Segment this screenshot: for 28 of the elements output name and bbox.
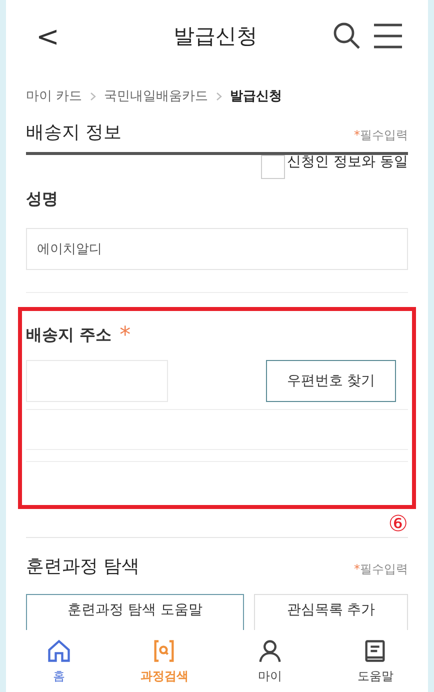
section-title: 훈련과정 탐색: [26, 555, 140, 578]
section-title: 배송지 정보: [26, 121, 122, 144]
chevron-icon: [216, 92, 222, 100]
back-button[interactable]: <: [30, 20, 66, 52]
checkbox-label: 신청인 정보와 동일: [287, 153, 408, 171]
nav-tab[interactable]: 도움말: [322, 630, 428, 692]
breadcrumb-link[interactable]: 마이 카드: [26, 87, 82, 105]
required-note: *필수입력: [354, 127, 408, 144]
action-button[interactable]: 관심목록 추가: [254, 594, 408, 630]
required-note: *필수입력: [354, 561, 408, 578]
page-title: 발급신청: [174, 23, 258, 50]
nav-tab[interactable]: 마이: [217, 630, 322, 692]
home-icon: [46, 638, 72, 664]
nav-tab[interactable]: 홈: [6, 630, 112, 692]
breadcrumb-link[interactable]: 발급신청: [230, 87, 282, 105]
breadcrumb-link[interactable]: 국민내일배움카드: [104, 87, 208, 105]
checkbox[interactable]: [261, 155, 286, 179]
callout-number: ⑥: [388, 513, 408, 537]
required-mark: *: [120, 323, 131, 348]
menu-icon[interactable]: [372, 21, 404, 51]
name-field[interactable]: 에이치알디: [26, 228, 408, 270]
person-icon: [256, 638, 283, 664]
field-label: 성명: [26, 189, 59, 210]
postcode-search-button[interactable]: 우편번호 찾기: [266, 360, 396, 402]
chevron-icon: [90, 92, 96, 100]
field-label: 배송지 주소: [26, 325, 112, 346]
action-button[interactable]: 훈련과정 탐색 도움말: [26, 594, 244, 630]
search-icon[interactable]: [332, 21, 362, 51]
